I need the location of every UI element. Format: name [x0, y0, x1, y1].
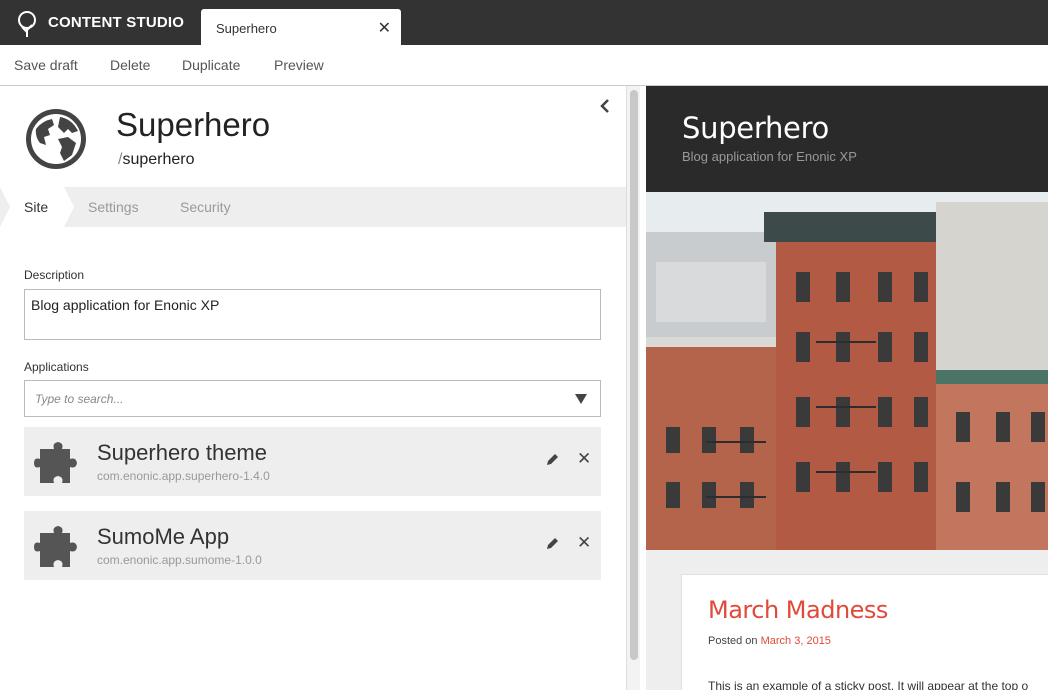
tab-settings[interactable]: Settings — [88, 187, 139, 227]
header-photo — [646, 192, 1048, 550]
application-key: com.enonic.app.sumome-1.0.0 — [97, 553, 262, 567]
content-title[interactable]: Superhero — [116, 106, 270, 144]
post-meta: Posted on March 3, 2015 — [708, 635, 831, 647]
close-icon[interactable]: ✕ — [378, 18, 391, 38]
preview-site-header: Superhero Blog application for Enonic XP — [646, 86, 1048, 192]
top-bar: CONTENT STUDIO Superhero ✕ — [0, 0, 1048, 45]
post-excerpt: This is an example of a sticky post. It … — [708, 679, 1029, 690]
application-selector[interactable] — [24, 380, 601, 417]
tab-superhero[interactable]: Superhero ✕ — [201, 9, 401, 45]
applications-label: Applications — [24, 360, 89, 374]
preview-button[interactable]: Preview — [274, 57, 324, 73]
content-wizard-panel: Superhero /superhero Site Settings Secur… — [0, 86, 628, 690]
live-preview-panel: Superhero Blog application for Enonic XP — [646, 86, 1048, 690]
application-name: Superhero theme — [97, 440, 267, 465]
tab-label: Superhero — [216, 21, 277, 36]
application-name: SumoMe App — [97, 524, 230, 549]
toolbar: Save draft Delete Duplicate Preview — [0, 45, 1048, 86]
delete-button[interactable]: Delete — [110, 57, 150, 73]
application-key: com.enonic.app.superhero-1.4.0 — [97, 469, 270, 483]
description-field[interactable]: Blog application for Enonic XP — [24, 289, 601, 340]
puzzle-piece-icon — [34, 442, 77, 483]
app-name[interactable]: CONTENT STUDIO — [48, 14, 184, 31]
scrollbar-thumb[interactable] — [630, 90, 638, 660]
save-draft-button[interactable]: Save draft — [14, 57, 78, 73]
caret-down-icon[interactable] — [575, 394, 587, 404]
content-path[interactable]: /superhero — [118, 151, 195, 169]
application-item: SumoMe App com.enonic.app.sumome-1.0.0 ✕ — [24, 511, 601, 580]
tab-site[interactable]: Site — [0, 187, 74, 227]
path-name: superhero — [122, 151, 195, 168]
application-search-input[interactable] — [25, 381, 565, 416]
preview-site-subtitle: Blog application for Enonic XP — [682, 149, 857, 164]
pencil-icon[interactable] — [545, 537, 559, 551]
post-title-link[interactable]: March Madness — [708, 596, 888, 624]
post-date-link[interactable]: March 3, 2015 — [761, 635, 831, 647]
globe-icon — [26, 109, 86, 169]
description-label: Description — [24, 268, 85, 282]
tab-security[interactable]: Security — [180, 187, 231, 227]
close-icon[interactable]: ✕ — [577, 449, 591, 469]
posted-on-label: Posted on — [708, 635, 758, 647]
puzzle-piece-icon — [34, 526, 77, 567]
duplicate-button[interactable]: Duplicate — [182, 57, 240, 73]
preview-post-card: March Madness Posted on March 3, 2015 Th… — [681, 574, 1048, 690]
application-item: Superhero theme com.enonic.app.superhero… — [24, 427, 601, 496]
wizard-step-navigator: Site Settings Security — [0, 187, 626, 227]
pencil-icon[interactable] — [545, 453, 559, 467]
preview-site-title[interactable]: Superhero — [682, 111, 829, 145]
enonic-tree-logo-icon[interactable] — [14, 10, 40, 38]
chevron-left-icon[interactable] — [599, 99, 611, 113]
close-icon[interactable]: ✕ — [577, 533, 591, 553]
